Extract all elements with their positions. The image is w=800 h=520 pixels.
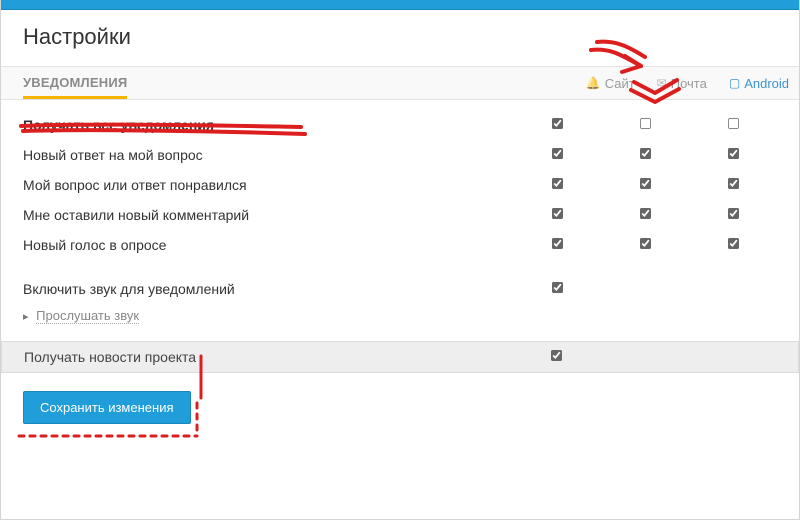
channel-mail: ✉ Почта [657,76,707,91]
save-button[interactable]: Сохранить изменения [23,391,191,424]
channel-android[interactable]: ▢ Android [729,76,789,91]
bell-icon: 🔔 [586,76,601,90]
row-all-notifications: Получать все уведомления [23,110,777,140]
row-news: Получать новости проекта [1,341,799,373]
row-comment: Мне оставили новый комментарий [23,200,777,230]
row-liked: Мой вопрос или ответ понравился [23,170,777,200]
checkbox-all-android[interactable] [727,118,738,129]
checkbox-comment-mail[interactable] [639,208,650,219]
row-sound: Включить звук для уведомлений [23,274,777,304]
topbar [1,0,799,10]
tab-notifications[interactable]: УВЕДОМЛЕНИЯ [23,75,127,99]
triangle-play-icon: ▸ [23,311,29,323]
android-icon: ▢ [729,76,740,90]
checkbox-liked-android[interactable] [727,178,738,189]
row-label: Получать новости проекта [24,349,512,365]
actions-bar: Сохранить изменения [1,373,799,442]
checkbox-comment-site[interactable] [551,208,562,219]
channel-site-label: Сайт [605,76,635,91]
checkbox-all-mail[interactable] [639,118,650,129]
row-label: Включить звук для уведомлений [23,281,513,297]
row-label: Новый голос в опросе [23,237,513,253]
row-reply: Новый ответ на мой вопрос [23,140,777,170]
checkbox-news[interactable] [550,350,561,361]
checkbox-reply-android[interactable] [727,148,738,159]
checkbox-liked-mail[interactable] [639,178,650,189]
checkbox-vote-android[interactable] [727,238,738,249]
checkbox-reply-site[interactable] [551,148,562,159]
channels-header: 🔔 Сайт ✉ Почта ▢ Android [586,76,789,91]
row-label: Мне оставили новый комментарий [23,207,513,223]
listen-sound-label: Прослушать звук [36,308,139,324]
checkbox-vote-mail[interactable] [639,238,650,249]
checkbox-sound[interactable] [551,282,562,293]
checkbox-reply-mail[interactable] [639,148,650,159]
checkbox-all-site[interactable] [551,118,562,129]
listen-sound-link[interactable]: ▸ Прослушать звук [23,308,777,323]
checkbox-liked-site[interactable] [551,178,562,189]
row-label: Получать все уведомления [23,117,513,133]
settings-panel: Настройки УВЕДОМЛЕНИЯ 🔔 Сайт ✉ Почта ▢ A… [0,0,800,520]
row-label: Новый ответ на мой вопрос [23,147,513,163]
envelope-icon: ✉ [657,76,667,90]
checkbox-comment-android[interactable] [727,208,738,219]
row-label: Мой вопрос или ответ понравился [23,177,513,193]
row-vote: Новый голос в опросе [23,230,777,260]
channel-site: 🔔 Сайт [586,76,635,91]
tab-bar: УВЕДОМЛЕНИЯ 🔔 Сайт ✉ Почта ▢ Android [1,66,799,100]
notifications-grid: Получать все уведомления Новый ответ на … [1,100,799,373]
channel-mail-label: Почта [671,76,707,91]
channel-android-label: Android [744,76,789,91]
checkbox-vote-site[interactable] [551,238,562,249]
page-title: Настройки [1,10,799,66]
